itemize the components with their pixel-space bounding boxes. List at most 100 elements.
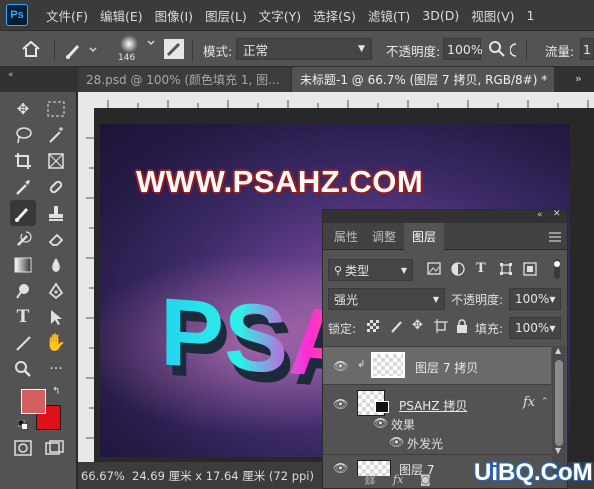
healing-brush-tool-icon[interactable] [43,174,69,200]
panel-collapse-icon[interactable]: « [537,210,543,220]
link-layers-icon[interactable]: ⛓ [363,473,377,486]
eyedropper-tool-icon[interactable] [10,174,36,200]
swap-colors-icon[interactable]: ↰ [52,386,60,397]
visibility-eye-icon[interactable]: 👁 [389,435,404,449]
lock-transparent-icon[interactable] [367,320,379,332]
tab-adjustments[interactable]: 调整 [364,223,404,250]
zoom-tool-icon[interactable] [10,356,36,382]
eraser-tool-icon[interactable] [43,226,69,252]
brush-settings-icon[interactable] [164,39,184,59]
line-tool-icon[interactable] [10,330,36,356]
chevron-down-icon[interactable]: ⌃ [541,397,549,407]
filter-pixel-icon[interactable] [427,262,441,279]
hand-tool-icon[interactable]: ✋ [43,330,69,356]
mode-select[interactable]: 正常 ▼ [236,38,372,60]
menu-image[interactable]: 图像(I) [149,6,199,25]
photoshop-logo[interactable]: Ps [6,4,28,26]
move-tool-icon[interactable]: ✥ [10,96,36,122]
brush-preset-icon[interactable] [64,40,98,60]
pen-tool-icon[interactable] [43,278,69,304]
more-tools-icon[interactable]: ··· [43,356,69,382]
filter-toggle-icon[interactable] [553,259,561,283]
panel-tabs: 属性 调整 图层 [323,223,567,250]
clone-stamp-tool-icon[interactable] [43,200,69,226]
tools-panel: ✥ T ✋ ··· ↰ [0,92,77,489]
lock-position-icon[interactable]: ✥ [412,318,423,333]
search-icon: ⚲ [334,263,343,277]
blend-mode-select[interactable]: 强光 ▼ [328,288,445,310]
history-brush-tool-icon[interactable] [10,226,36,252]
menu-filter[interactable]: 滤镜(T) [362,6,416,25]
scrollbar-thumb[interactable] [555,360,563,446]
tab-overflow-icon[interactable]: » [575,72,582,85]
ruler-horizontal[interactable] [78,92,594,108]
visibility-eye-icon[interactable]: 👁 [373,416,388,430]
foreground-color-swatch[interactable] [21,389,46,414]
tab-properties[interactable]: 属性 [326,223,366,250]
menu-edit[interactable]: 编辑(E) [94,6,149,25]
tab-layers[interactable]: 图层 [404,223,445,250]
lock-artboard-icon[interactable] [434,319,448,337]
quick-mask-icon[interactable] [14,440,32,456]
brush-tool-icon[interactable] [10,200,36,226]
effect-outer-glow-row[interactable]: 👁 外发光 [323,433,551,452]
flow-field[interactable]: 1 [580,38,594,60]
filter-smart-object-icon[interactable] [523,262,537,280]
pressure-toggle-icon[interactable] [509,43,524,57]
menu-view[interactable]: 视图(V) [465,6,520,25]
tab-untitled-1[interactable]: 未标题-1 @ 66.7% (图层 7 拷贝, RGB/8#) * ✕ [292,67,554,92]
brush-size-preview[interactable]: 146 [112,33,158,67]
menu-file[interactable]: 文件(F) [40,6,94,25]
scroll-down-icon[interactable]: ▼ [555,446,561,455]
ruler-vertical[interactable] [78,108,94,462]
gradient-tool-icon[interactable] [10,252,36,278]
layer-opacity-field[interactable]: 100% ▼ [509,288,561,310]
clipping-arrow-icon: ↲ [357,359,366,370]
home-icon[interactable] [20,39,42,59]
lock-image-icon[interactable] [390,319,404,337]
tab-28-psd[interactable]: 28.psd @ 100% (颜色填充 1, 图... [78,67,291,92]
lasso-tool-icon[interactable] [10,122,36,148]
frame-tool-icon[interactable] [43,148,69,174]
add-mask-icon[interactable]: ◙ [420,473,431,486]
layer-filter-select[interactable]: ⚲ 类型 ▼ [328,259,413,281]
layer-name[interactable]: PSAHZ 拷贝 [399,397,467,414]
fx-badge[interactable]: fx [523,395,535,410]
panel-collapse-icon[interactable]: « [8,70,14,80]
dodge-tool-icon[interactable] [10,278,36,304]
marquee-tool-icon[interactable] [43,96,69,122]
menu-select[interactable]: 选择(S) [307,6,362,25]
lock-all-icon[interactable] [456,319,468,337]
zoom-level[interactable]: 66.67% [81,469,127,483]
scroll-up-icon[interactable]: ▲ [555,346,561,355]
mode-value: 正常 [243,42,269,58]
screen-mode-icon[interactable] [45,440,65,456]
default-colors-icon[interactable] [17,419,28,430]
add-style-icon[interactable]: fx [393,473,403,486]
path-selection-tool-icon[interactable] [43,304,69,330]
fill-field[interactable]: 100% ▼ [509,317,561,339]
opacity-field[interactable]: 100% [443,38,483,60]
magic-wand-tool-icon[interactable] [43,122,69,148]
visibility-eye-icon[interactable]: 👁 [333,359,348,373]
menu-layer[interactable]: 图层(L) [199,6,253,25]
filter-adjustment-icon[interactable] [451,262,465,280]
panel-close-icon[interactable]: ✕ [553,209,561,219]
visibility-eye-icon[interactable]: 👁 [333,461,348,475]
opacity-pressure-icon[interactable] [487,39,507,59]
menu-type[interactable]: 文字(Y) [253,6,307,25]
blur-tool-icon[interactable] [43,252,69,278]
layer-row-selected[interactable]: 👁 ↲ 图层 7 拷贝 [323,346,551,384]
filter-shape-icon[interactable] [499,262,513,280]
menu-3d[interactable]: 3D(D) [416,8,465,23]
flow-label: 流量: [545,44,575,59]
type-tool-icon[interactable]: T [10,304,36,330]
crop-tool-icon[interactable] [10,148,36,174]
layer-name[interactable]: 图层 7 拷贝 [415,359,478,376]
effects-row[interactable]: 👁 效果 [323,414,551,433]
panel-menu-icon[interactable] [549,231,561,242]
tab-label: 28.psd @ 100% (颜色填充 1, 图... [86,73,280,87]
filter-type-icon[interactable]: T [476,261,486,276]
menu-more[interactable]: 1 [521,8,541,23]
visibility-eye-icon[interactable]: 👁 [333,397,348,411]
